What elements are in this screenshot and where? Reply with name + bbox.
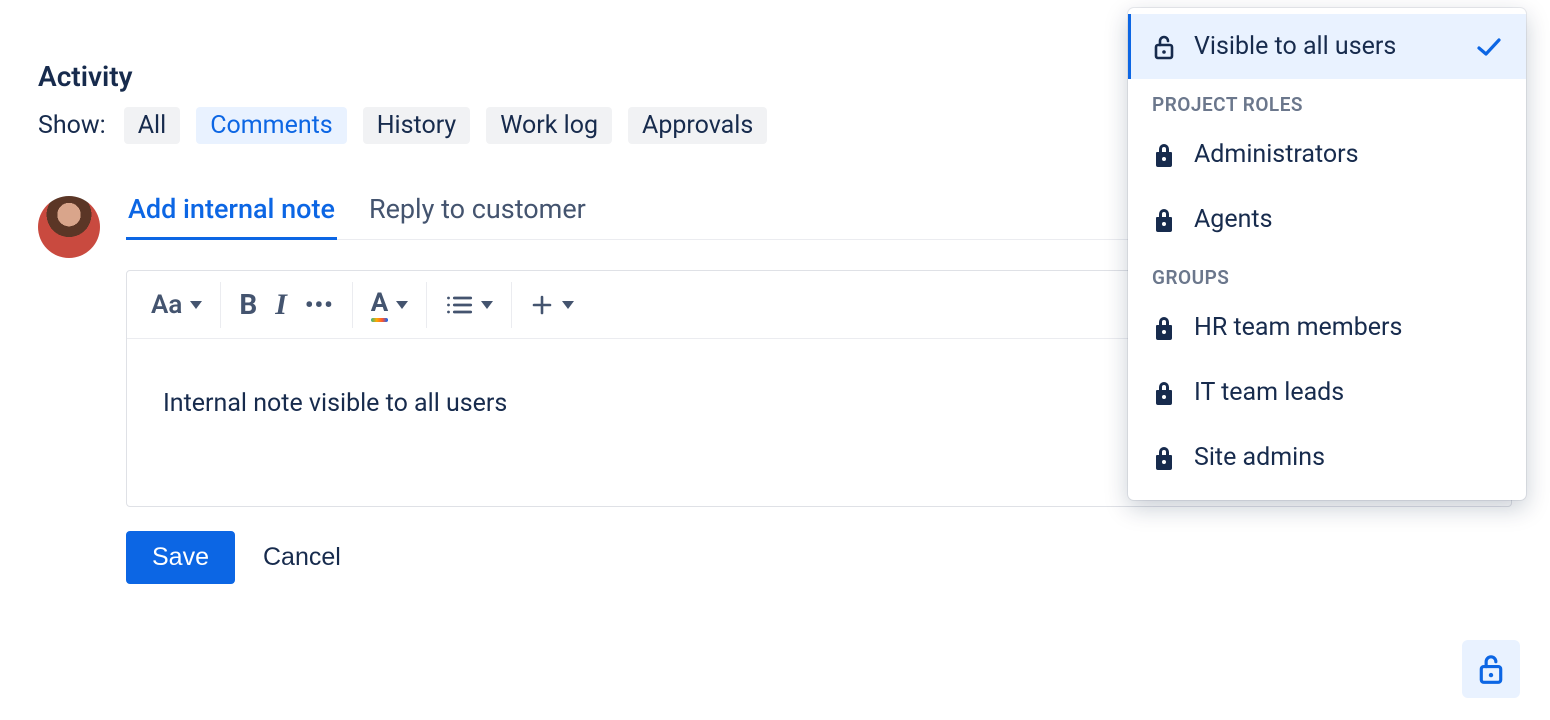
visibility-option-label: Agents bbox=[1194, 205, 1273, 234]
visibility-option-it-leads[interactable]: IT team leads bbox=[1128, 360, 1526, 425]
chevron-down-icon bbox=[190, 301, 202, 309]
lock-icon bbox=[1152, 141, 1176, 169]
visibility-option-label: Administrators bbox=[1194, 140, 1359, 169]
filter-comments[interactable]: Comments bbox=[196, 107, 347, 144]
lock-icon bbox=[1152, 379, 1176, 407]
text-styles-button[interactable]: Aa bbox=[151, 292, 202, 318]
filter-all[interactable]: All bbox=[124, 107, 180, 144]
cancel-button[interactable]: Cancel bbox=[263, 543, 341, 572]
lock-icon bbox=[1152, 444, 1176, 472]
list-icon bbox=[445, 293, 473, 317]
lock-icon bbox=[1152, 206, 1176, 234]
visibility-option-label: IT team leads bbox=[1194, 378, 1344, 407]
check-icon bbox=[1476, 37, 1502, 57]
visibility-panel: Visible to all users PROJECT ROLES Admin… bbox=[1128, 8, 1526, 500]
visibility-trigger-button[interactable] bbox=[1462, 640, 1520, 698]
compose-actions: Save Cancel bbox=[126, 531, 1512, 584]
insert-button[interactable] bbox=[530, 293, 574, 317]
chevron-down-icon bbox=[562, 301, 574, 309]
more-formatting-button[interactable]: ••• bbox=[305, 293, 334, 317]
text-color-button[interactable]: A bbox=[371, 290, 408, 320]
filter-history[interactable]: History bbox=[363, 107, 471, 144]
toolbar-separator bbox=[511, 282, 512, 328]
visibility-option-hr-team[interactable]: HR team members bbox=[1128, 295, 1526, 360]
unlock-icon bbox=[1476, 652, 1506, 686]
list-button[interactable] bbox=[445, 293, 493, 317]
visibility-section-project-roles: PROJECT ROLES bbox=[1128, 79, 1526, 122]
unlock-icon bbox=[1152, 33, 1176, 61]
toolbar-separator bbox=[426, 282, 427, 328]
text-color-icon: A bbox=[371, 290, 388, 320]
visibility-option-label: Visible to all users bbox=[1194, 32, 1396, 61]
lock-icon bbox=[1152, 314, 1176, 342]
visibility-section-groups: GROUPS bbox=[1128, 252, 1526, 295]
avatar bbox=[38, 196, 100, 258]
tab-internal-note[interactable]: Add internal note bbox=[126, 193, 337, 240]
show-label: Show: bbox=[38, 111, 106, 140]
plus-icon bbox=[530, 293, 554, 317]
visibility-option-agents[interactable]: Agents bbox=[1128, 187, 1526, 252]
italic-button[interactable]: I bbox=[275, 290, 287, 320]
filter-work-log[interactable]: Work log bbox=[486, 107, 612, 144]
filter-approvals[interactable]: Approvals bbox=[628, 107, 767, 144]
bold-button[interactable]: B bbox=[239, 291, 257, 319]
visibility-option-administrators[interactable]: Administrators bbox=[1128, 122, 1526, 187]
chevron-down-icon bbox=[396, 301, 408, 309]
save-button[interactable]: Save bbox=[126, 531, 235, 584]
toolbar-separator bbox=[220, 282, 221, 328]
visibility-option-label: Site admins bbox=[1194, 443, 1325, 472]
tab-reply-customer[interactable]: Reply to customer bbox=[367, 193, 588, 240]
text-styles-icon: Aa bbox=[151, 292, 182, 318]
chevron-down-icon bbox=[481, 301, 493, 309]
visibility-option-site-admins[interactable]: Site admins bbox=[1128, 425, 1526, 490]
visibility-option-all-users[interactable]: Visible to all users bbox=[1128, 14, 1526, 79]
toolbar-separator bbox=[352, 282, 353, 328]
visibility-option-label: HR team members bbox=[1194, 313, 1402, 342]
